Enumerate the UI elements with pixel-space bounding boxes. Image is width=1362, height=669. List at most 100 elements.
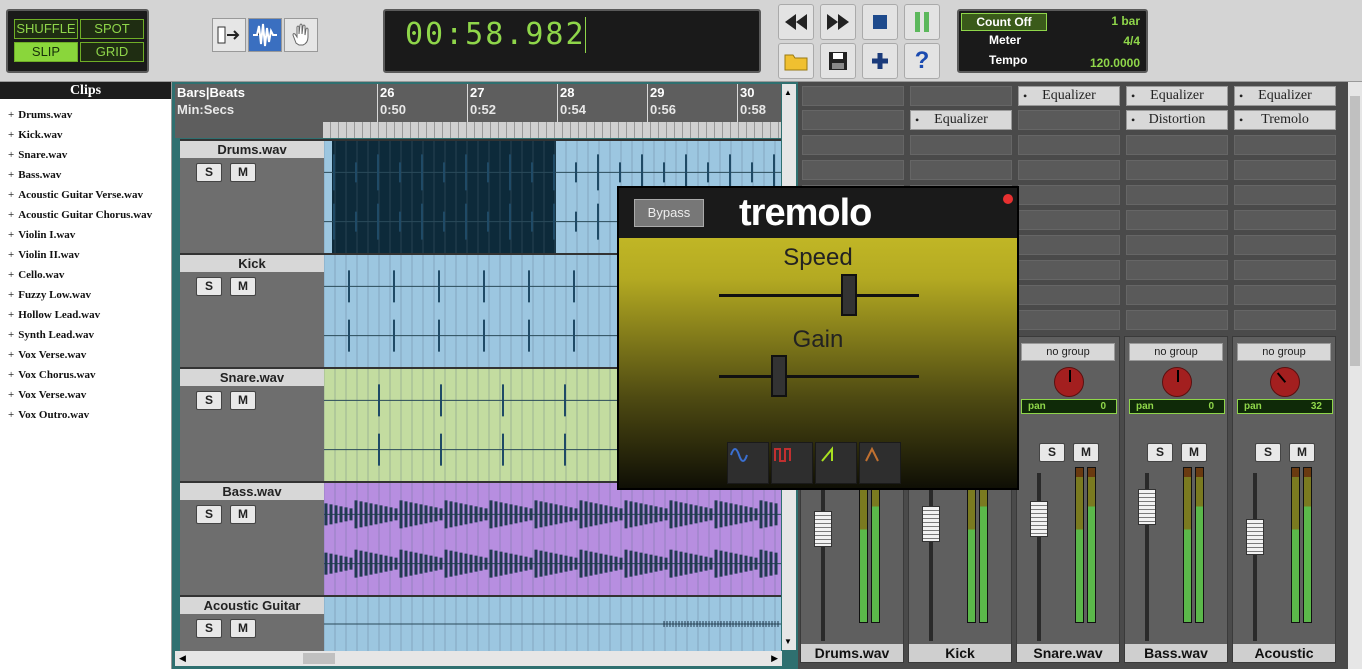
count-off-button[interactable]: Count Off <box>961 13 1047 31</box>
stop-button[interactable] <box>862 4 898 40</box>
insert-slot-empty[interactable] <box>1234 210 1336 230</box>
insert-slot-empty[interactable] <box>1018 260 1120 280</box>
insert-slot-empty[interactable] <box>1234 260 1336 280</box>
mute-button[interactable]: M <box>1073 443 1099 462</box>
expand-icon[interactable]: + <box>8 329 14 341</box>
solo-button[interactable]: S <box>1039 443 1065 462</box>
expand-icon[interactable]: + <box>8 349 14 361</box>
insert-slot-tremolo[interactable]: • Tremolo <box>1234 110 1336 130</box>
fast-forward-button[interactable] <box>820 4 856 40</box>
clip-item[interactable]: + Vox Verse.wav <box>8 389 171 409</box>
scroll-left-icon[interactable]: ◀ <box>179 653 186 664</box>
group-selector[interactable]: no group <box>1237 343 1331 361</box>
speed-slider-track[interactable] <box>719 294 919 297</box>
open-button[interactable] <box>778 43 814 79</box>
sine-wave-button[interactable] <box>727 442 769 484</box>
insert-slot-empty[interactable] <box>802 86 904 106</box>
clip-item[interactable]: + Synth Lead.wav <box>8 329 171 349</box>
expand-icon[interactable]: + <box>8 129 14 141</box>
audio-clip-waveform[interactable] <box>323 597 781 651</box>
expand-icon[interactable]: + <box>8 269 14 281</box>
help-button[interactable]: ? <box>904 43 940 79</box>
insert-slot-empty[interactable] <box>1234 235 1336 255</box>
insert-slot-equalizer[interactable]: • Equalizer <box>1018 86 1120 106</box>
audio-clip-waveform[interactable] <box>323 483 781 595</box>
insert-slot-empty[interactable] <box>1126 160 1228 180</box>
insert-slot-empty[interactable] <box>802 110 904 130</box>
insert-slot-empty[interactable] <box>1126 285 1228 305</box>
volume-fader[interactable] <box>1030 501 1048 537</box>
bypass-dot-icon[interactable]: • <box>1023 87 1027 105</box>
scroll-right-icon[interactable]: ▶ <box>771 653 778 664</box>
grid-button[interactable]: GRID <box>80 42 144 62</box>
expand-icon[interactable]: + <box>8 229 14 241</box>
scroll-thumb[interactable] <box>303 653 335 664</box>
insert-slot-empty[interactable] <box>1126 260 1228 280</box>
gain-slider-thumb[interactable] <box>771 355 787 397</box>
track-name[interactable]: Drums.wav <box>180 141 324 158</box>
bypass-dot-icon[interactable]: • <box>1131 87 1135 105</box>
clip-item[interactable]: + Hollow Lead.wav <box>8 309 171 329</box>
mute-button[interactable]: M <box>1289 443 1315 462</box>
mute-button[interactable]: M <box>230 619 256 638</box>
insert-slot-empty[interactable] <box>1018 285 1120 305</box>
insert-slot-empty[interactable] <box>1234 310 1336 330</box>
mute-button[interactable]: M <box>230 277 256 296</box>
expand-icon[interactable]: + <box>8 169 14 181</box>
expand-icon[interactable]: + <box>8 189 14 201</box>
grabber-tool-button[interactable] <box>284 18 318 52</box>
bypass-dot-icon[interactable]: • <box>1239 111 1243 129</box>
add-button[interactable] <box>862 43 898 79</box>
insert-slot-empty[interactable] <box>1234 160 1336 180</box>
insert-slot-empty[interactable] <box>910 160 1012 180</box>
clip-item[interactable]: + Snare.wav <box>8 149 171 169</box>
spot-button[interactable]: SPOT <box>80 19 144 39</box>
expand-icon[interactable]: + <box>8 309 14 321</box>
track-lane[interactable] <box>323 597 781 651</box>
bypass-dot-icon[interactable]: • <box>915 111 919 129</box>
insert-slot-equalizer[interactable]: • Equalizer <box>910 110 1012 130</box>
insert-slot-empty[interactable] <box>1018 160 1120 180</box>
expand-icon[interactable]: + <box>8 209 14 221</box>
clip-item[interactable]: + Vox Outro.wav <box>8 409 171 429</box>
insert-slot-equalizer[interactable]: • Equalizer <box>1234 86 1336 106</box>
pan-knob[interactable] <box>1054 367 1084 397</box>
volume-fader[interactable] <box>1246 519 1264 555</box>
solo-button[interactable]: S <box>196 619 222 638</box>
insert-slot-empty[interactable] <box>1018 310 1120 330</box>
clip-item[interactable]: + Acoustic Guitar Verse.wav <box>8 189 171 209</box>
insert-slot-empty[interactable] <box>1018 110 1120 130</box>
expand-icon[interactable]: + <box>8 289 14 301</box>
mute-button[interactable]: M <box>230 391 256 410</box>
bypass-dot-icon[interactable]: • <box>1131 111 1135 129</box>
rewind-button[interactable] <box>778 4 814 40</box>
expand-icon[interactable]: + <box>8 249 14 261</box>
scroll-up-icon[interactable]: ▲ <box>784 88 792 97</box>
insert-slot-empty[interactable] <box>1018 135 1120 155</box>
close-icon[interactable] <box>1003 194 1013 204</box>
slip-button[interactable]: SLIP <box>14 42 78 62</box>
clip-item[interactable]: + Vox Chorus.wav <box>8 369 171 389</box>
insert-slot-empty[interactable] <box>1126 185 1228 205</box>
insert-slot-empty[interactable] <box>1126 135 1228 155</box>
clip-item[interactable]: + Cello.wav <box>8 269 171 289</box>
clip-item[interactable]: + Bass.wav <box>8 169 171 189</box>
insert-slot-distortion[interactable]: • Distortion <box>1126 110 1228 130</box>
mute-button[interactable]: M <box>230 505 256 524</box>
track-name[interactable]: Snare.wav <box>180 369 324 386</box>
expand-icon[interactable]: + <box>8 369 14 381</box>
group-selector[interactable]: no group <box>1021 343 1115 361</box>
insert-slot-empty[interactable] <box>1126 210 1228 230</box>
track-lane[interactable] <box>323 483 781 595</box>
expand-icon[interactable]: + <box>8 409 14 421</box>
track-name[interactable]: Acoustic Guitar <box>180 597 324 614</box>
track-name[interactable]: Kick <box>180 255 324 272</box>
pan-knob[interactable] <box>1162 367 1192 397</box>
clip-item[interactable]: + Violin II.wav <box>8 249 171 269</box>
timeline-horizontal-scrollbar[interactable]: ◀ ▶ <box>175 651 782 666</box>
solo-button[interactable]: S <box>196 391 222 410</box>
expand-icon[interactable]: + <box>8 149 14 161</box>
volume-fader[interactable] <box>814 511 832 547</box>
solo-button[interactable]: S <box>1147 443 1173 462</box>
clip-item[interactable]: + Drums.wav <box>8 109 171 129</box>
